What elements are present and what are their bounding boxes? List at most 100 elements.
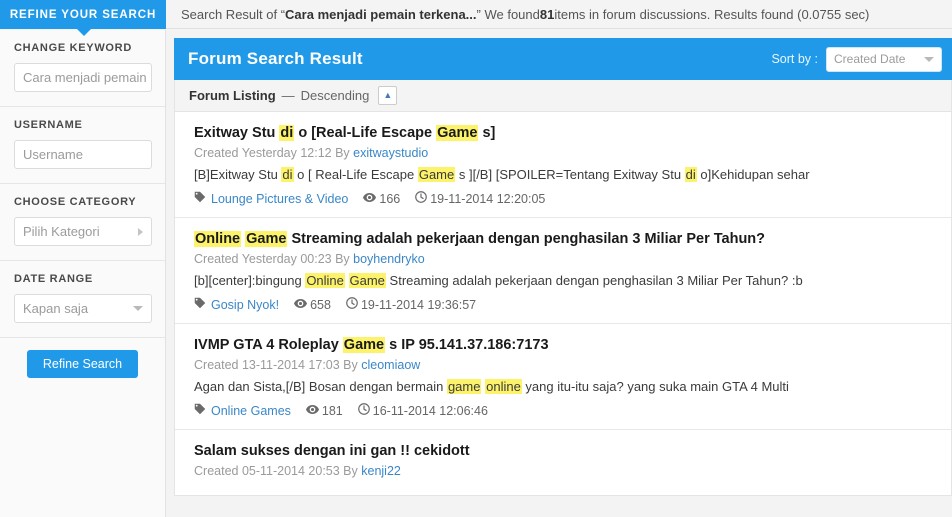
text-run	[345, 273, 349, 288]
date-range-label: DATE RANGE	[14, 273, 93, 285]
main-panel: Forum Search Result Sort by : Created Da…	[174, 38, 952, 496]
result-created: Created Yesterday 12:12 By	[194, 146, 354, 160]
eye-icon	[305, 404, 319, 418]
summary-prefix: Search Result of “	[181, 7, 286, 22]
text-run: o [ Real-Life Escape	[293, 167, 418, 182]
text-run: yang itu-itu saja? yang suka main GTA 4 …	[521, 379, 789, 394]
chevron-down-icon	[133, 306, 143, 311]
text-run: [B]Exitway Stu	[194, 167, 282, 182]
result-summary: Search Result of “Cara menjadi pemain te…	[181, 0, 869, 29]
result-footer: Online Games 181 16-11-2014 12:06:46	[194, 403, 935, 418]
highlight-term: Online	[194, 231, 242, 247]
choose-category-label: CHOOSE CATEGORY	[14, 196, 137, 208]
tag-icon	[194, 403, 206, 418]
listing-order-label: Descending	[300, 88, 370, 103]
result-meta: Created 13-11-2014 17:03 By cleomiaow	[194, 358, 935, 372]
refine-sidebar: CHANGE KEYWORD Cara menjadi pemain USERN…	[0, 30, 166, 517]
result-date-value: 19-11-2014 19:36:57	[360, 297, 477, 312]
date-range-select-value: Kapan saja	[23, 301, 89, 316]
result-author-link[interactable]: cleomiaow	[361, 358, 420, 372]
text-run: s]	[478, 125, 496, 141]
result-author-link[interactable]: boyhendryko	[353, 252, 425, 266]
category-select-value: Pilih Kategori	[23, 224, 100, 239]
sort-order-toggle-button[interactable]: ▲	[378, 86, 398, 105]
result-view-count: 658	[294, 298, 331, 312]
result-view-count: 166	[363, 192, 400, 206]
text-run: [b][center]:bingung	[194, 273, 306, 288]
result-title[interactable]: IVMP GTA 4 Roleplay Game s IP 95.141.37.…	[194, 336, 935, 355]
result-title[interactable]: Salam sukses dengan ini gan !! cekidott	[194, 442, 935, 461]
view-count-value: 166	[379, 191, 401, 206]
highlight-term: Game	[417, 167, 456, 182]
summary-mid: ” We found	[476, 7, 540, 22]
result-created: Created 13-11-2014 17:03 By	[194, 358, 362, 372]
refine-tab-label: REFINE YOUR SEARCH	[9, 8, 157, 21]
sidebar-block-date-range: DATE RANGE Kapan saja	[0, 261, 165, 338]
clock-icon	[357, 403, 370, 418]
sidebar-block-username: USERNAME Username	[0, 107, 165, 184]
refine-search-button[interactable]: Refine Search	[26, 350, 139, 378]
eye-icon	[363, 192, 377, 206]
result-author-link[interactable]: exitwaystudio	[353, 146, 428, 160]
view-count-value: 181	[321, 403, 343, 418]
highlight-term: Game	[436, 125, 479, 141]
date-range-select[interactable]: Kapan saja	[14, 294, 152, 323]
highlight-term: online	[485, 379, 522, 394]
result-category-link[interactable]: Online Games	[211, 404, 291, 418]
highlight-term: Online	[305, 273, 345, 288]
sort-by-value: Created Date	[834, 52, 906, 66]
text-run: s ][/B] [SPOILER=Tentang Exitway Stu	[455, 167, 685, 182]
result-item[interactable]: Online Game Streaming adalah pekerjaan d…	[175, 218, 951, 324]
sidebar-block-actions: Refine Search	[0, 338, 165, 390]
sidebar-block-keyword: CHANGE KEYWORD Cara menjadi pemain	[0, 30, 165, 107]
highlight-term: Game	[342, 337, 386, 353]
change-keyword-label: CHANGE KEYWORD	[14, 42, 132, 54]
summary-query: Cara menjadi pemain terkena...	[285, 7, 477, 22]
category-select[interactable]: Pilih Kategori	[14, 217, 152, 246]
top-bar: REFINE YOUR SEARCH Search Result of “Car…	[0, 0, 952, 29]
text-run: o [Real-Life Escape	[294, 125, 437, 141]
text-run: o]Kehidupan sehar	[696, 167, 810, 182]
sort-by-select[interactable]: Created Date	[826, 46, 942, 72]
clock-icon	[415, 191, 428, 206]
result-meta: Created 05-11-2014 20:53 By kenji22	[194, 464, 935, 478]
result-author-link[interactable]: kenji22	[361, 464, 401, 478]
highlight-term: di	[279, 125, 295, 141]
result-created: Created 05-11-2014 20:53 By	[194, 464, 362, 478]
result-category-link[interactable]: Lounge Pictures & Video	[211, 192, 348, 206]
result-snippet: [b][center]:bingung Online Game Streamin…	[194, 272, 935, 290]
result-category-link[interactable]: Gosip Nyok!	[211, 298, 279, 312]
result-date: 19-11-2014 12:20:05	[415, 191, 545, 206]
highlight-term: game	[446, 379, 482, 394]
highlight-term: Game	[348, 273, 386, 288]
result-item[interactable]: Salam sukses dengan ini gan !! cekidott C…	[175, 430, 951, 495]
view-count-value: 658	[310, 297, 331, 312]
username-input[interactable]: Username	[14, 140, 152, 169]
result-footer: Gosip Nyok! 658 19-11-2014 19:36:57	[194, 297, 935, 312]
result-meta: Created Yesterday 00:23 By boyhendryko	[194, 252, 935, 266]
sort-control: Sort by : Created Date	[771, 46, 942, 72]
chevron-right-icon	[138, 227, 143, 236]
keyword-input[interactable]: Cara menjadi pemain	[14, 63, 152, 92]
result-title[interactable]: Online Game Streaming adalah pekerjaan d…	[194, 230, 935, 249]
tag-icon	[194, 297, 206, 312]
result-created: Created Yesterday 00:23 By	[194, 252, 354, 266]
result-date-value: 19-11-2014 12:20:05	[430, 191, 546, 206]
text-run: Streaming adalah pekerjaan dengan pengha…	[385, 273, 803, 288]
sort-by-label: Sort by :	[771, 52, 818, 66]
result-item[interactable]: IVMP GTA 4 Roleplay Game s IP 95.141.37.…	[175, 324, 951, 430]
results-list: Exitway Stu di o [Real-Life Escape Game …	[174, 112, 952, 496]
tag-icon	[194, 191, 206, 206]
text-run: Salam sukses dengan ini gan !! cekidott	[194, 443, 470, 459]
listing-dash: —	[281, 88, 295, 103]
search-results-page: REFINE YOUR SEARCH Search Result of “Car…	[0, 0, 952, 517]
result-date: 16-11-2014 12:06:46	[357, 403, 488, 418]
result-item[interactable]: Exitway Stu di o [Real-Life Escape Game …	[175, 112, 951, 218]
summary-count: 81	[539, 7, 555, 22]
result-footer: Lounge Pictures & Video 166 19-11-2014 12:…	[194, 191, 935, 206]
result-title[interactable]: Exitway Stu di o [Real-Life Escape Game …	[194, 124, 935, 143]
username-label: USERNAME	[14, 119, 83, 131]
sidebar-block-category: CHOOSE CATEGORY Pilih Kategori	[0, 184, 165, 261]
refine-your-search-tab[interactable]: REFINE YOUR SEARCH	[0, 0, 166, 29]
highlight-term: di	[281, 167, 294, 182]
